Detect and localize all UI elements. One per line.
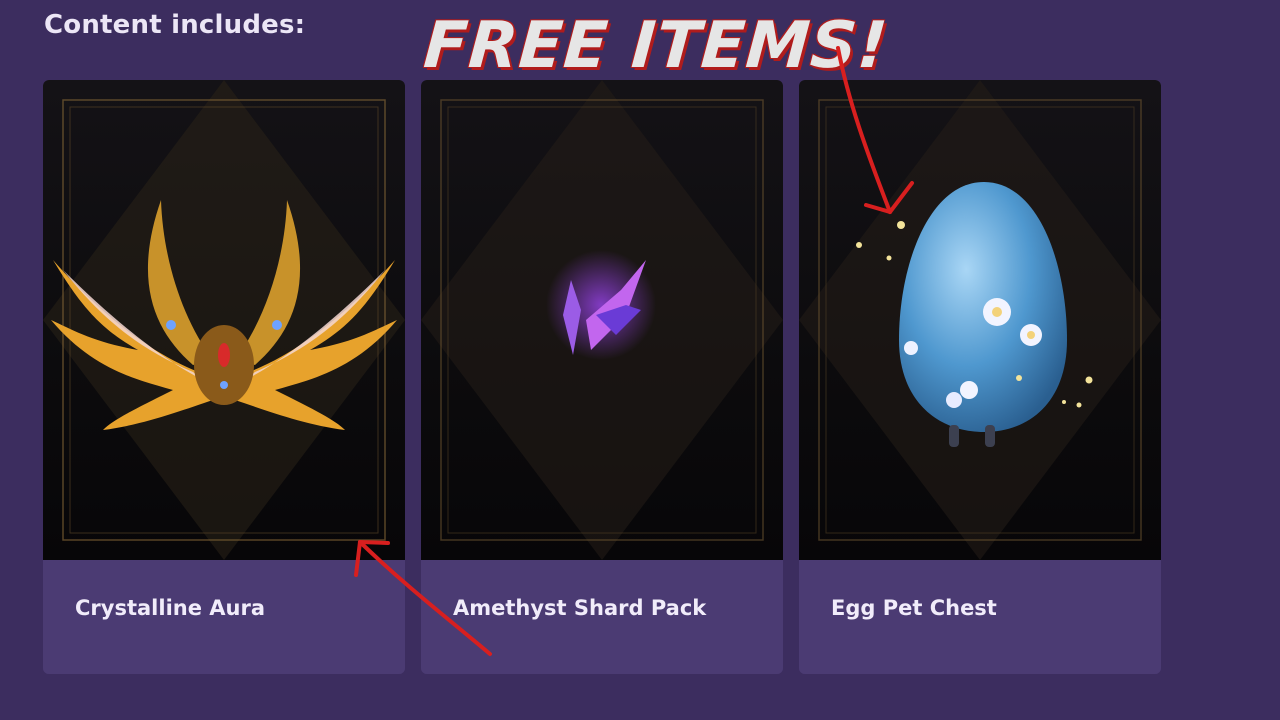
item-name: Crystalline Aura bbox=[75, 596, 265, 620]
item-card-amethyst-shard-pack[interactable]: Amethyst Shard Pack bbox=[421, 80, 783, 674]
content-page: Content includes: Crystalline Aura Ameth… bbox=[0, 0, 1280, 720]
item-card-egg-pet-chest[interactable]: Egg Pet Chest bbox=[799, 80, 1161, 674]
item-name: Amethyst Shard Pack bbox=[453, 596, 707, 620]
free-items-overlay-title: FREE ITEMS! bbox=[421, 9, 891, 83]
item-name: Egg Pet Chest bbox=[831, 596, 997, 620]
item-image bbox=[799, 80, 1161, 560]
item-image bbox=[43, 80, 405, 560]
section-title: Content includes: bbox=[44, 10, 306, 40]
item-image bbox=[421, 80, 783, 560]
item-card-crystalline-aura[interactable]: Crystalline Aura bbox=[43, 80, 405, 674]
amethyst-shard-icon bbox=[546, 250, 656, 360]
